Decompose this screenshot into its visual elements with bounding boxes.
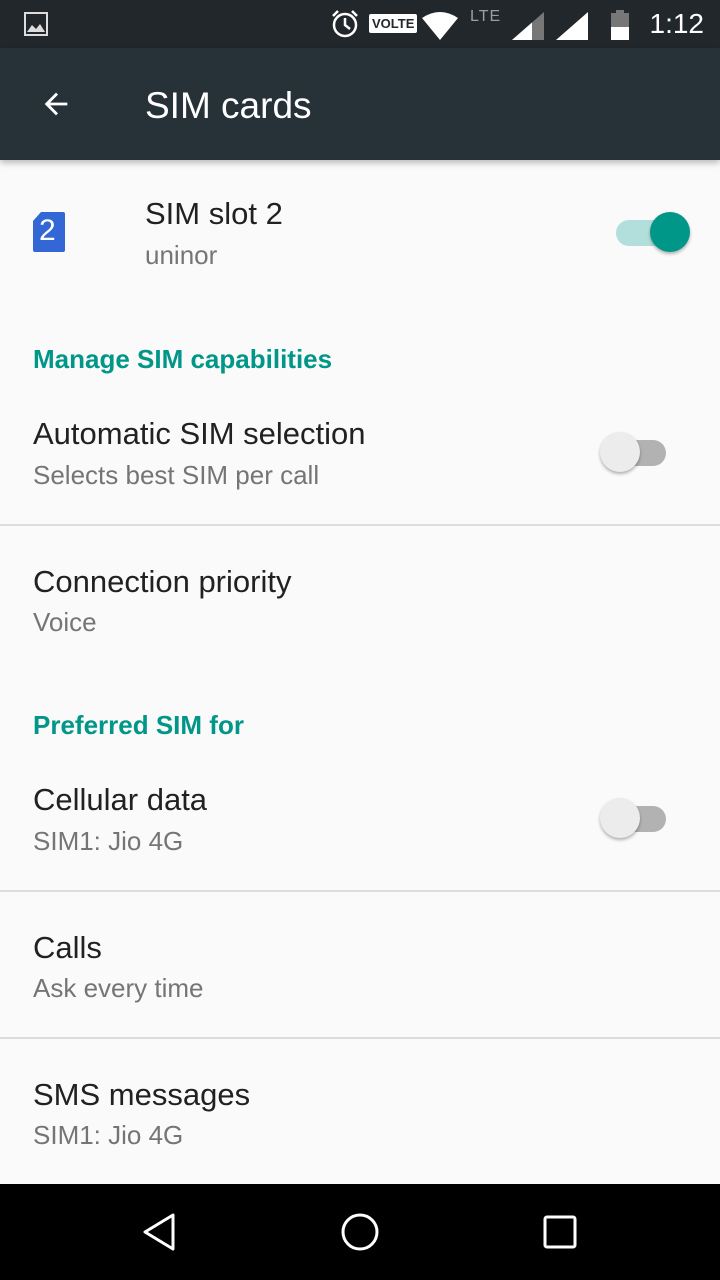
sms-messages-summary: SIM1: Jio 4G <box>33 1120 184 1150</box>
wifi-icon <box>422 12 458 40</box>
navigation-bar <box>0 1184 720 1280</box>
connection-priority-summary: Voice <box>33 607 97 637</box>
lte-icon: LTE <box>470 8 502 25</box>
section-header-preferred: Preferred SIM for <box>33 710 244 740</box>
page-title: SIM cards <box>145 85 312 126</box>
calls-title: Calls <box>33 930 102 965</box>
cellular-data-summary: SIM1: Jio 4G <box>33 826 184 856</box>
auto-sim-selection-row[interactable]: Automatic SIM selection Selects best SIM… <box>0 400 720 524</box>
status-time: 1:12 <box>649 8 705 39</box>
calls-summary: Ask every time <box>33 973 204 1003</box>
arrow-back-icon <box>44 92 68 116</box>
sms-messages-title: SMS messages <box>33 1077 251 1112</box>
toolbar: SIM cards <box>0 48 720 160</box>
connection-priority-title: Connection priority <box>33 564 292 599</box>
sim-slot-carrier: uninor <box>145 240 218 270</box>
toggle-thumb <box>600 432 640 472</box>
toggle-thumb <box>650 212 690 252</box>
volte-icon: VOLTE <box>369 14 418 33</box>
cellular-data-title: Cellular data <box>33 782 208 817</box>
status-bar: VOLTE LTE 1:12 <box>0 0 720 48</box>
battery-icon <box>611 10 629 40</box>
cellular-data-toggle[interactable] <box>600 796 680 840</box>
nav-recents-icon <box>543 1215 577 1249</box>
sms-messages-row[interactable]: SMS messages SIM1: Jio 4G <box>0 1039 720 1184</box>
sim-slot-toggle[interactable] <box>612 210 692 254</box>
nav-back-icon <box>143 1213 175 1251</box>
signal-sim2-icon <box>556 12 588 40</box>
auto-sim-selection-summary: Selects best SIM per call <box>33 460 320 490</box>
nav-home-icon <box>341 1213 379 1251</box>
sim-slot-number: 2 <box>39 214 56 247</box>
toggle-thumb <box>600 798 640 838</box>
signal-sim1-icon <box>512 12 544 40</box>
nav-home-button[interactable] <box>330 1202 390 1262</box>
nav-back-button[interactable] <box>130 1202 190 1262</box>
sim-slot-row[interactable]: 2 SIM slot 2 uninor <box>0 160 720 300</box>
sim-slot-title: SIM slot 2 <box>145 196 283 231</box>
nav-recents-button[interactable] <box>530 1202 590 1262</box>
back-button[interactable] <box>26 78 86 130</box>
cellular-data-row[interactable]: Cellular data SIM1: Jio 4G <box>0 766 720 890</box>
calls-row[interactable]: Calls Ask every time <box>0 892 720 1038</box>
connection-priority-row[interactable]: Connection priority Voice <box>0 526 720 666</box>
section-header-manage: Manage SIM capabilities <box>33 344 333 374</box>
image-icon <box>24 12 48 36</box>
auto-sim-selection-toggle[interactable] <box>600 430 680 474</box>
alarm-icon <box>332 10 358 38</box>
auto-sim-selection-title: Automatic SIM selection <box>33 416 366 451</box>
